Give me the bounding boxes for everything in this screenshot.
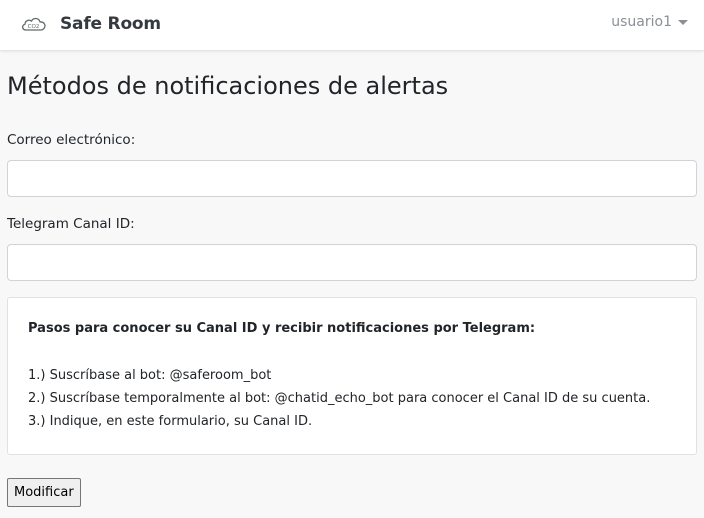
page-title: Métodos de notificaciones de alertas <box>7 72 449 100</box>
telegram-instructions-card: Pasos para conocer su Canal ID y recibir… <box>7 297 697 455</box>
email-label: Correo electrónico: <box>7 132 136 148</box>
top-navbar: CO2 Safe Room usuario1 <box>0 0 704 50</box>
instructions-heading: Pasos para conocer su Canal ID y recibir… <box>28 321 536 336</box>
co2-cloud-icon: CO2 <box>20 13 48 35</box>
instruction-step-1: 1.) Suscríbase al bot: @saferoom_bot <box>28 368 272 383</box>
instruction-step-3: 3.) Indique, en este formulario, su Cana… <box>28 414 313 429</box>
modify-button[interactable]: Modificar <box>7 478 81 507</box>
brand-link[interactable]: CO2 Safe Room <box>20 10 161 38</box>
brand-name: Safe Room <box>60 14 161 34</box>
co2-logo-text: CO2 <box>28 24 40 30</box>
caret-down-icon <box>678 20 688 25</box>
telegram-channel-label: Telegram Canal ID: <box>7 216 135 232</box>
user-dropdown-toggle[interactable]: usuario1 <box>611 14 688 30</box>
email-input[interactable] <box>7 160 697 197</box>
instruction-step-2: 2.) Suscríbase temporalmente al bot: @ch… <box>28 391 651 406</box>
telegram-channel-input[interactable] <box>7 244 697 281</box>
user-name: usuario1 <box>611 14 672 30</box>
